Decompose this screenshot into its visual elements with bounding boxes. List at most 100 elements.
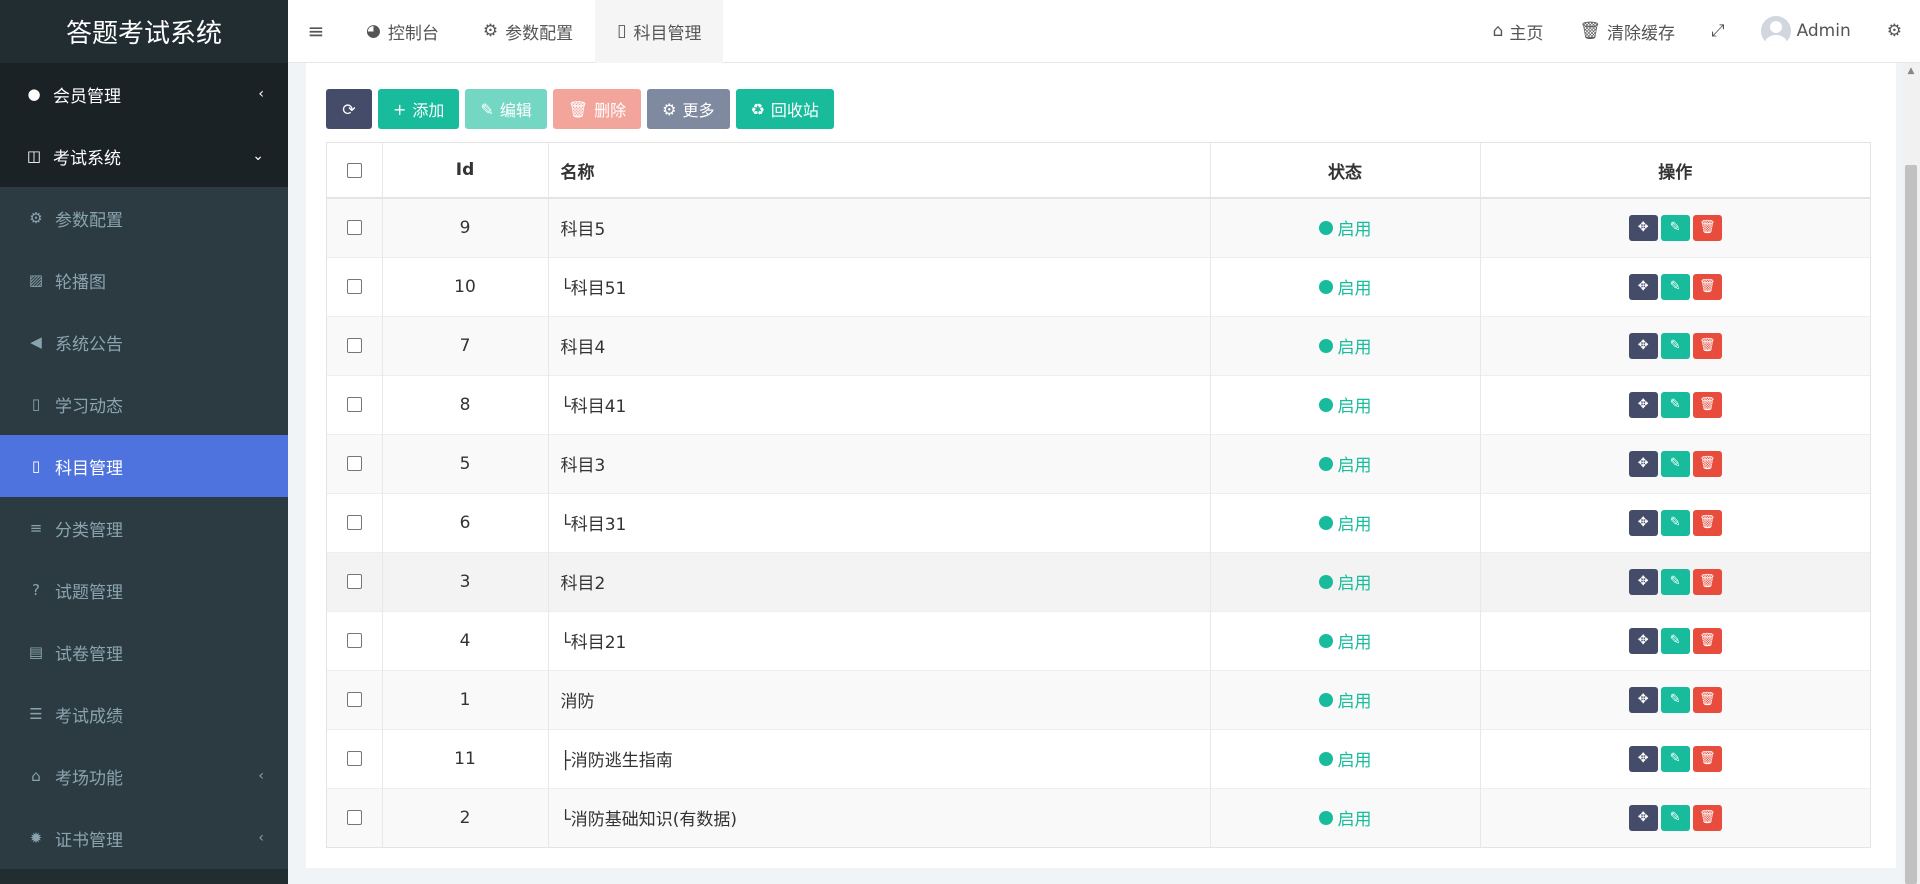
- row-checkbox[interactable]: [346, 810, 362, 826]
- header-id[interactable]: Id: [382, 143, 549, 198]
- row-delete-button[interactable]: 🗑: [1692, 568, 1722, 595]
- more-button[interactable]: ⚙ 更多: [647, 89, 730, 129]
- drag-sort-button[interactable]: ✥: [1628, 332, 1658, 359]
- row-delete-button[interactable]: 🗑: [1692, 391, 1722, 418]
- row-checkbox[interactable]: [346, 220, 362, 236]
- table-row[interactable]: 7 科目4 启用 ✥ ✎ 🗑: [327, 316, 1870, 375]
- status-badge[interactable]: 启用: [1318, 451, 1372, 476]
- sidebar-item-papers[interactable]: ▤ 试卷管理: [0, 621, 288, 683]
- header-status[interactable]: 状态: [1210, 143, 1481, 198]
- sidebar-item-config[interactable]: ⚙ 参数配置: [0, 187, 288, 249]
- row-edit-button[interactable]: ✎: [1660, 450, 1690, 477]
- status-badge[interactable]: 启用: [1318, 215, 1372, 240]
- drag-sort-button[interactable]: ✥: [1628, 804, 1658, 831]
- table-row[interactable]: 5 科目3 启用 ✥ ✎ 🗑: [327, 434, 1870, 493]
- row-edit-button[interactable]: ✎: [1660, 332, 1690, 359]
- page-scrollbar[interactable]: ▲: [1902, 63, 1920, 884]
- row-delete-button[interactable]: 🗑: [1692, 686, 1722, 713]
- sidebar-item-certificates[interactable]: ✹ 证书管理 ‹: [0, 807, 288, 869]
- row-edit-button[interactable]: ✎: [1660, 568, 1690, 595]
- status-badge[interactable]: 启用: [1318, 510, 1372, 535]
- table-row[interactable]: 1 消防 启用 ✥ ✎ 🗑: [327, 670, 1870, 729]
- row-checkbox[interactable]: [346, 515, 362, 530]
- row-checkbox[interactable]: [346, 338, 362, 353]
- drag-sort-button[interactable]: ✥: [1628, 686, 1658, 713]
- row-edit-button[interactable]: ✎: [1660, 509, 1690, 536]
- drag-sort-button[interactable]: ✥: [1628, 450, 1658, 477]
- row-checkbox[interactable]: [346, 397, 362, 412]
- row-delete-button[interactable]: 🗑: [1692, 332, 1722, 359]
- sidebar-item-exam-room[interactable]: ⌂ 考场功能 ‹: [0, 745, 288, 807]
- table-row[interactable]: 10 └科目51 启用 ✥ ✎ 🗑: [327, 257, 1870, 316]
- row-delete-button[interactable]: 🗑: [1692, 627, 1722, 654]
- recycle-bin-button[interactable]: ♻ 回收站: [735, 89, 834, 129]
- table-row[interactable]: 2 └消防基础知识(有数据) 启用 ✥ ✎ 🗑: [327, 788, 1870, 847]
- table-row[interactable]: 8 └科目41 启用 ✥ ✎ 🗑: [327, 375, 1870, 434]
- row-checkbox[interactable]: [346, 279, 362, 294]
- menu-toggle-icon[interactable]: ≡: [288, 0, 344, 63]
- status-badge[interactable]: 启用: [1318, 569, 1372, 594]
- row-checkbox[interactable]: [346, 751, 362, 766]
- drag-sort-button[interactable]: ✥: [1628, 627, 1658, 654]
- row-edit-button[interactable]: ✎: [1660, 391, 1690, 418]
- sidebar-item-subjects[interactable]: ▯ 科目管理: [0, 435, 288, 497]
- drag-sort-button[interactable]: ✥: [1628, 745, 1658, 772]
- status-badge[interactable]: 启用: [1318, 687, 1372, 712]
- sidebar-item-study-news[interactable]: ▯ 学习动态: [0, 373, 288, 435]
- row-delete-button[interactable]: 🗑: [1692, 509, 1722, 536]
- drag-sort-button[interactable]: ✥: [1628, 214, 1658, 241]
- sidebar-item-categories[interactable]: ≡ 分类管理: [0, 497, 288, 559]
- status-badge[interactable]: 启用: [1318, 392, 1372, 417]
- sidebar-item-scores[interactable]: ☰ 考试成绩: [0, 683, 288, 745]
- settings-button[interactable]: ⚙: [1869, 0, 1920, 63]
- row-edit-button[interactable]: ✎: [1660, 214, 1690, 241]
- status-badge[interactable]: 启用: [1318, 805, 1372, 830]
- status-badge[interactable]: 启用: [1318, 274, 1372, 299]
- row-checkbox[interactable]: [346, 692, 362, 707]
- scroll-thumb[interactable]: [1905, 165, 1917, 884]
- header-name[interactable]: 名称: [548, 143, 1211, 198]
- sidebar-item-member[interactable]: ● 会员管理 ‹: [0, 63, 288, 125]
- row-checkbox[interactable]: [346, 574, 362, 589]
- table-row[interactable]: 9 科目5 启用 ✥ ✎ 🗑: [327, 198, 1870, 257]
- row-edit-button[interactable]: ✎: [1660, 273, 1690, 300]
- sidebar-item-carousel[interactable]: ▨ 轮播图: [0, 249, 288, 311]
- row-delete-button[interactable]: 🗑: [1692, 273, 1722, 300]
- fullscreen-button[interactable]: ⤢: [1693, 0, 1743, 63]
- clear-cache-button[interactable]: 🗑 清除缓存: [1561, 0, 1693, 63]
- table-row[interactable]: 6 └科目31 启用 ✥ ✎ 🗑: [327, 493, 1870, 552]
- app-logo[interactable]: 答题考试系统: [0, 0, 288, 63]
- user-menu[interactable]: Admin: [1743, 0, 1869, 63]
- delete-button[interactable]: 🗑 删除: [552, 89, 642, 129]
- refresh-button[interactable]: ⟳: [326, 89, 372, 129]
- drag-sort-button[interactable]: ✥: [1628, 509, 1658, 536]
- tab-config[interactable]: ⚙ 参数配置: [461, 0, 595, 63]
- row-checkbox[interactable]: [346, 456, 362, 471]
- edit-button[interactable]: ✎ 编辑: [465, 89, 547, 129]
- select-all-checkbox[interactable]: [346, 162, 362, 178]
- table-row[interactable]: 3 科目2 启用 ✥ ✎ 🗑: [327, 552, 1870, 611]
- row-delete-button[interactable]: 🗑: [1692, 804, 1722, 831]
- tab-subjects[interactable]: ▯ 科目管理: [595, 0, 724, 63]
- sidebar-item-questions[interactable]: ? 试题管理: [0, 559, 288, 621]
- drag-sort-button[interactable]: ✥: [1628, 568, 1658, 595]
- tab-dashboard[interactable]: ◕ 控制台: [344, 0, 461, 63]
- status-badge[interactable]: 启用: [1318, 746, 1372, 771]
- table-row[interactable]: 4 └科目21 启用 ✥ ✎ 🗑: [327, 611, 1870, 670]
- add-button[interactable]: + 添加: [378, 89, 460, 129]
- row-edit-button[interactable]: ✎: [1660, 745, 1690, 772]
- sidebar-item-announcement[interactable]: ◀ 系统公告: [0, 311, 288, 373]
- row-checkbox[interactable]: [346, 633, 362, 648]
- status-badge[interactable]: 启用: [1318, 333, 1372, 358]
- row-edit-button[interactable]: ✎: [1660, 804, 1690, 831]
- row-edit-button[interactable]: ✎: [1660, 627, 1690, 654]
- home-link[interactable]: ⌂ 主页: [1475, 0, 1562, 63]
- row-delete-button[interactable]: 🗑: [1692, 450, 1722, 477]
- drag-sort-button[interactable]: ✥: [1628, 391, 1658, 418]
- row-delete-button[interactable]: 🗑: [1692, 745, 1722, 772]
- row-edit-button[interactable]: ✎: [1660, 686, 1690, 713]
- drag-sort-button[interactable]: ✥: [1628, 273, 1658, 300]
- status-badge[interactable]: 启用: [1318, 628, 1372, 653]
- table-row[interactable]: 11 ├消防逃生指南 启用 ✥ ✎ 🗑: [327, 729, 1870, 788]
- row-delete-button[interactable]: 🗑: [1692, 214, 1722, 241]
